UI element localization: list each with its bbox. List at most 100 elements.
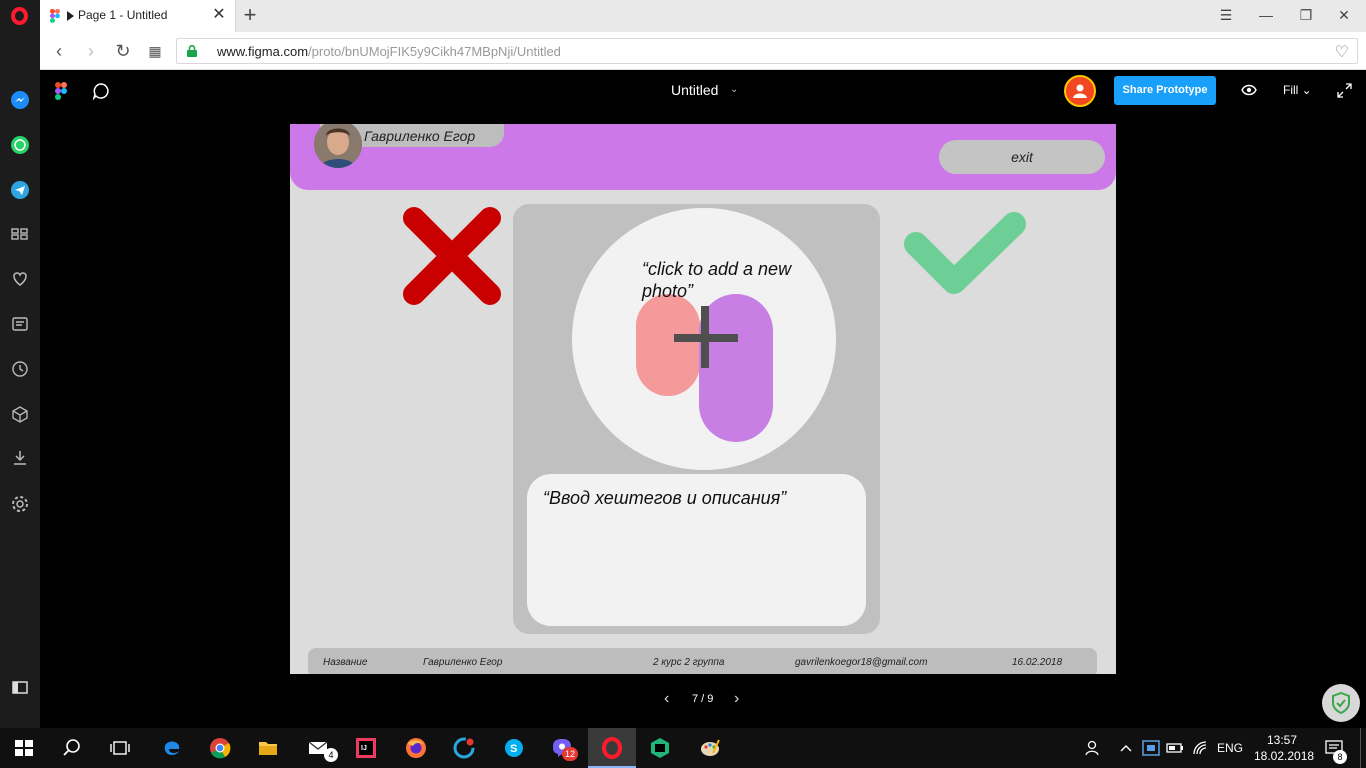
messenger-icon[interactable]: [10, 90, 30, 110]
forward-button[interactable]: ›: [80, 40, 102, 62]
bookmark-heart-icon[interactable]: ♡: [1335, 42, 1349, 62]
windows-taskbar: 4 IJ S 12 ENG 13:57 18.02.2018 8: [0, 728, 1366, 768]
taskbar-chrome[interactable]: [196, 728, 244, 768]
settings-gear-icon[interactable]: [10, 494, 30, 514]
user-name: Гавриленко Егор: [364, 128, 476, 144]
taskbar-mail[interactable]: 4: [294, 728, 342, 768]
add-photo-plus-icon: [636, 294, 773, 442]
exit-button[interactable]: exit: [939, 140, 1105, 174]
next-page-icon[interactable]: ›: [734, 690, 739, 708]
paint-palette-icon: [701, 739, 720, 756]
network-app-tray-icon[interactable]: [1142, 740, 1160, 756]
opera-menu-button[interactable]: [0, 0, 40, 32]
description-input[interactable]: “Ввод хештегов и описания”: [527, 474, 866, 626]
browser-tab-bar: Page 1 - Untitled ✕ + ☰ — ❐ ✕: [0, 0, 1366, 32]
show-hidden-icons-chevron-icon[interactable]: [1119, 742, 1133, 754]
close-window-button[interactable]: ✕: [1330, 4, 1358, 26]
whatsapp-icon[interactable]: [10, 135, 30, 155]
fill-dropdown[interactable]: Fill ⌄: [1283, 83, 1312, 97]
taskbar-paint[interactable]: [686, 728, 734, 768]
user-icon: [1073, 84, 1087, 98]
viber-badge: 12: [562, 747, 578, 761]
post-card: “click to add a new photo” “Ввод хештего…: [513, 204, 880, 634]
svg-text:IJ: IJ: [361, 745, 367, 752]
browser-tab[interactable]: Page 1 - Untitled ✕: [40, 0, 236, 32]
figma-logo-icon[interactable]: [55, 82, 67, 100]
page-pager: ‹ 7 / 9 ›: [660, 690, 750, 710]
footer-author: Гавриленко Егор: [423, 657, 503, 668]
accept-checkmark-icon[interactable]: [902, 210, 1028, 302]
opera-sidebar: [0, 32, 40, 728]
security-shield-button[interactable]: [1322, 684, 1360, 722]
taskbar-skype[interactable]: S: [490, 728, 538, 768]
edge-icon: [164, 741, 180, 755]
sidebar-toggle-icon[interactable]: [10, 677, 30, 697]
clock-date: 18.02.2018: [1254, 749, 1315, 763]
people-icon[interactable]: [1083, 739, 1101, 757]
heart-icon[interactable]: [10, 269, 30, 289]
taskbar-opera[interactable]: [588, 728, 636, 768]
reload-button[interactable]: ↻: [112, 40, 134, 62]
clock-time: 13:57: [1266, 733, 1298, 747]
comment-icon[interactable]: [92, 82, 110, 100]
reject-cross-icon[interactable]: [402, 206, 502, 306]
address-bar: ‹ › ↻ ▦ www.figma.com/proto/bnUMojFIK5y9…: [40, 32, 1366, 70]
start-button[interactable]: [0, 728, 48, 768]
downloads-icon[interactable]: [10, 448, 30, 468]
task-view-button[interactable]: [96, 728, 144, 768]
speed-dial-sidebar-icon[interactable]: [10, 224, 30, 244]
taskbar-firefox[interactable]: [392, 728, 440, 768]
add-photo-area[interactable]: “click to add a new photo”: [572, 208, 836, 470]
news-icon[interactable]: [10, 314, 30, 334]
user-avatar[interactable]: [1064, 75, 1096, 107]
share-prototype-button[interactable]: Share Prototype: [1114, 76, 1216, 105]
telegram-icon[interactable]: [10, 180, 30, 200]
search-button[interactable]: [48, 728, 96, 768]
extensions-cube-icon[interactable]: [10, 404, 30, 424]
previous-page-icon[interactable]: ‹: [664, 690, 669, 708]
figma-favicon-icon: [50, 9, 60, 23]
new-tab-button[interactable]: +: [240, 4, 260, 26]
file-title[interactable]: Untitled: [671, 82, 718, 98]
firefox-icon: [406, 738, 426, 758]
chevron-down-icon[interactable]: ⌄: [730, 84, 738, 95]
chrome-icon: [210, 738, 231, 759]
minimize-button[interactable]: —: [1252, 4, 1280, 26]
skype-icon: S: [505, 739, 523, 757]
playing-indicator-icon: [67, 11, 74, 21]
clock[interactable]: 13:57 18.02.2018: [1254, 732, 1315, 764]
wifi-icon[interactable]: [1192, 740, 1208, 756]
taskbar-file-explorer[interactable]: [244, 728, 292, 768]
taskbar-rubymine[interactable]: [636, 728, 684, 768]
taskbar-viber[interactable]: 12: [538, 728, 586, 768]
fullscreen-icon[interactable]: [1337, 83, 1352, 98]
lock-icon: [187, 45, 197, 57]
windows-logo-icon: [15, 740, 33, 756]
opera-icon: [602, 737, 622, 759]
battery-icon[interactable]: [1166, 741, 1184, 755]
folder-icon: [259, 742, 277, 755]
taskbar-ccleaner[interactable]: [440, 728, 488, 768]
tab-menu-icon[interactable]: ☰: [1212, 4, 1240, 26]
footer-label: Название: [323, 657, 368, 668]
tab-title: Page 1 - Untitled: [78, 8, 168, 22]
input-language[interactable]: ENG: [1217, 741, 1243, 755]
show-desktop-button[interactable]: [1360, 728, 1366, 768]
intellij-icon: IJ: [356, 738, 376, 758]
profile-header: Гавриленко Егор exit: [290, 124, 1116, 190]
notification-badge: 8: [1333, 750, 1347, 764]
taskbar-intellij[interactable]: IJ: [342, 728, 390, 768]
tab-close-icon[interactable]: ✕: [210, 6, 228, 24]
user-profile-photo: [314, 124, 362, 168]
url-field[interactable]: www.figma.com/proto/bnUMojFIK5y9Cikh47MB…: [176, 38, 1358, 64]
restore-button[interactable]: ❐: [1292, 4, 1320, 26]
taskbar-edge[interactable]: [148, 728, 196, 768]
history-icon[interactable]: [10, 359, 30, 379]
info-footer: Название Гавриленко Егор 2 курс 2 группа…: [308, 648, 1097, 674]
eye-icon[interactable]: [1241, 84, 1257, 96]
url-text: www.figma.com/proto/bnUMojFIK5y9Cikh47MB…: [217, 44, 561, 59]
figma-prototype-viewer: Untitled ⌄ Share Prototype Fill ⌄ Гаврил…: [40, 70, 1366, 728]
back-button[interactable]: ‹: [48, 40, 70, 62]
speed-dial-icon[interactable]: ▦: [144, 40, 166, 62]
shield-icon: [1332, 692, 1350, 714]
